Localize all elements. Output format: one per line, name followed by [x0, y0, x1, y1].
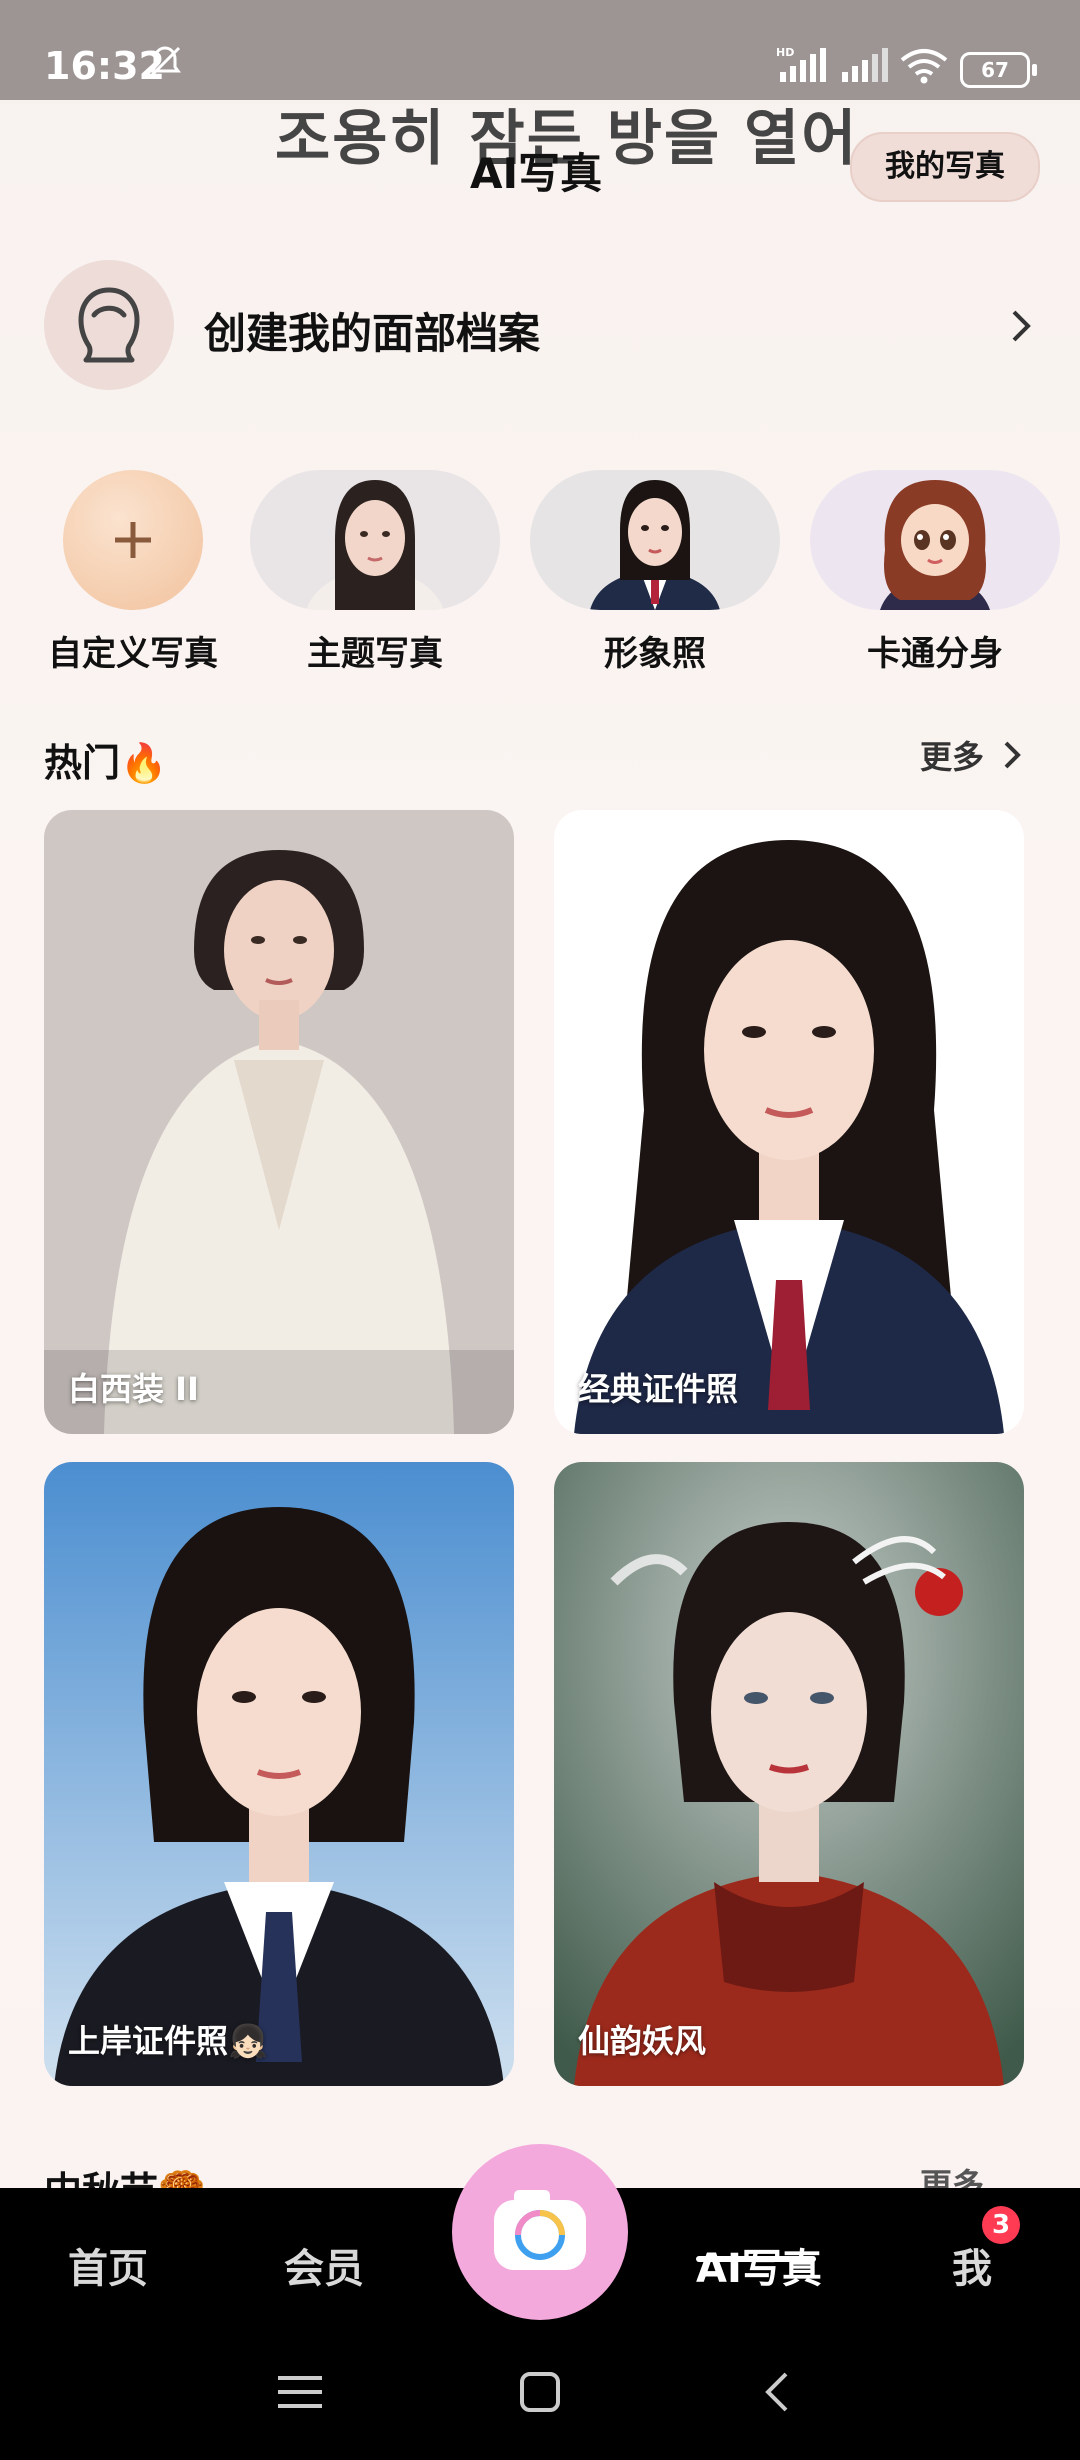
category-thumbnail [810, 470, 1060, 610]
create-face-profile-row[interactable]: 创建我的面部档案 [44, 260, 1036, 390]
face-profile-label: 创建我的面部档案 [204, 309, 541, 358]
card-caption: 上岸证件照👧🏻 [68, 2022, 268, 2060]
network-type: HD [776, 46, 794, 59]
category-label: 卡通分身 [867, 634, 1003, 674]
nav-ai-photo[interactable]: AI写真 [696, 2236, 822, 2294]
home-icon[interactable] [518, 2370, 562, 2418]
page-title: AI写真 [470, 149, 603, 198]
nav-home[interactable]: 首页 [68, 2236, 148, 2294]
card-image [554, 1462, 1024, 2086]
hot-more-link[interactable]: 更多 [920, 732, 984, 778]
category-label: 形象照 [604, 634, 706, 674]
template-card-classic-id[interactable]: 经典证件照 [554, 810, 1024, 1434]
signal-icon-2 [838, 46, 890, 90]
plus-icon [63, 470, 203, 610]
category-label: 主题写真 [307, 634, 443, 674]
template-card-exam-id[interactable]: 上岸证件照👧🏻 [44, 1462, 514, 2086]
wifi-icon [898, 46, 950, 90]
card-caption: 经典证件照 [578, 1370, 739, 1408]
category-cartoon[interactable]: 卡通分身 [810, 470, 1060, 675]
category-portrait[interactable]: 形象照 [530, 470, 780, 675]
signal-icon: HD [776, 46, 828, 90]
nav-active-underline [696, 2256, 816, 2262]
nav-me[interactable]: 我 [952, 2236, 992, 2294]
category-label: 自定义写真 [48, 634, 218, 674]
template-card-fantasy[interactable]: 仙韵妖风 [554, 1462, 1024, 2086]
card-image [44, 1462, 514, 2086]
my-photos-button[interactable]: 我的写真 [850, 132, 1040, 202]
category-custom[interactable]: 自定义写真 [8, 470, 258, 675]
chevron-right-icon [1000, 738, 1024, 776]
card-image [554, 810, 1024, 1434]
card-caption: 仙韵妖风 [578, 2022, 707, 2060]
camera-button[interactable] [452, 2144, 628, 2320]
hot-section-title: 热门🔥 [44, 741, 168, 785]
category-thumbnail [250, 470, 500, 610]
status-bar: 16:32 HD 67 [0, 0, 1080, 100]
category-theme[interactable]: 主题写真 [250, 470, 500, 675]
camera-icon [494, 2190, 586, 2270]
card-caption: 白西装 II [68, 1370, 199, 1408]
template-card-white-suit[interactable]: 白西装 II [44, 810, 514, 1434]
category-thumbnail [530, 470, 780, 610]
back-icon[interactable] [760, 2368, 794, 2420]
notification-badge: 3 [982, 2206, 1020, 2244]
battery-indicator: 67 [960, 52, 1037, 88]
card-image [44, 810, 514, 1434]
category-row: 自定义写真 主题写真 形象照 卡通分身 [0, 470, 1080, 674]
bell-muted-icon [145, 42, 185, 86]
menu-icon[interactable] [278, 2372, 322, 2416]
face-profile-icon [44, 260, 174, 390]
chevron-right-icon [1006, 306, 1036, 350]
nav-membership[interactable]: 会员 [284, 2236, 364, 2294]
